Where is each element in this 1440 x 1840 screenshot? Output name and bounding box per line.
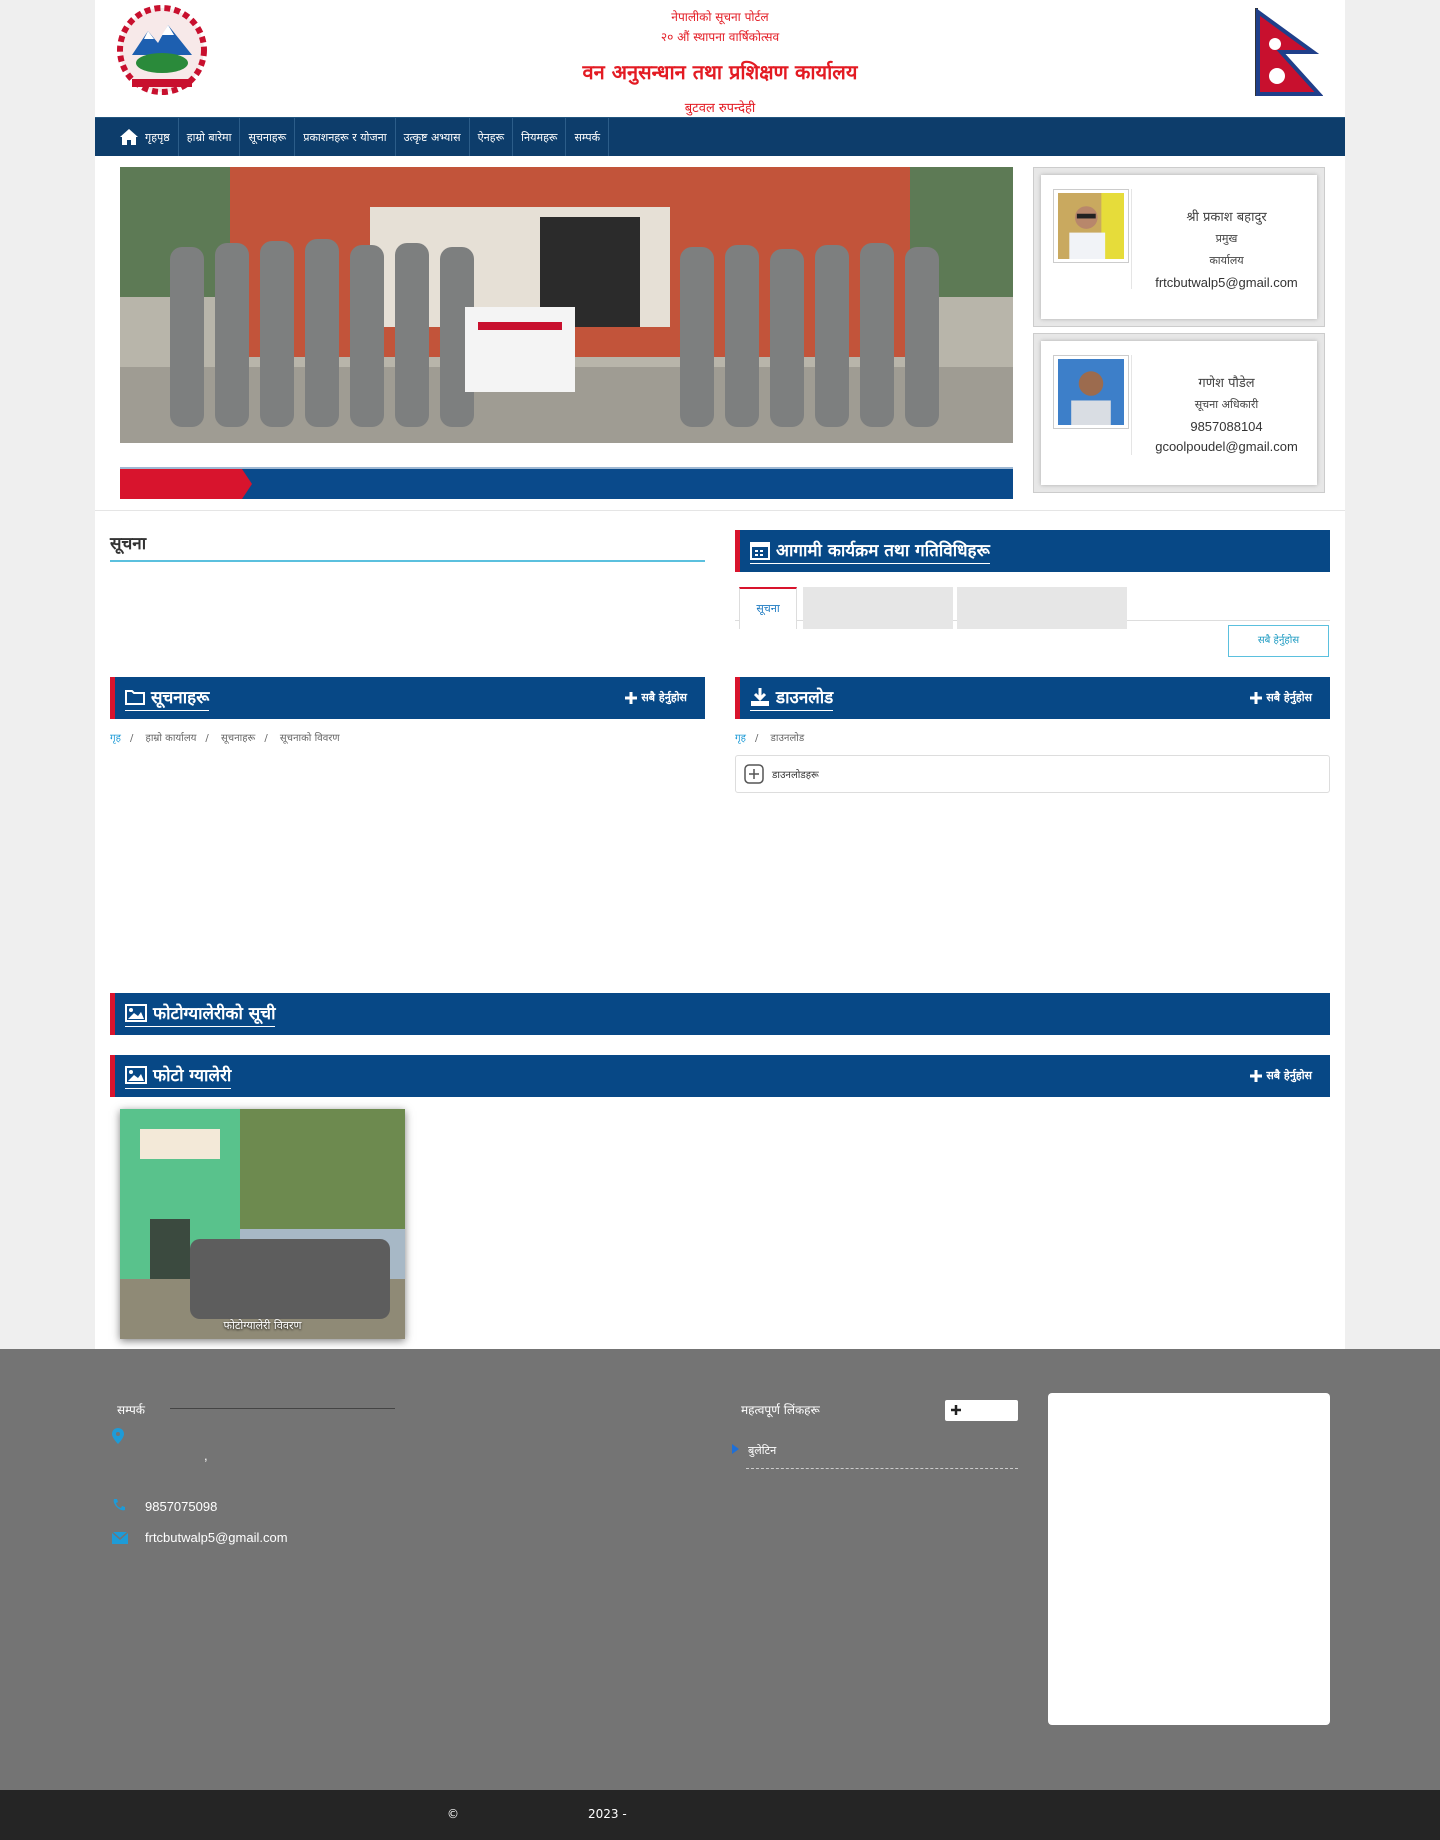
- header-line-2: २० औं स्थापना वार्षिकोत्सव: [660, 30, 780, 44]
- download-icon: [751, 687, 769, 706]
- top-section: श्री प्रकाश बहादुर प्रमुख कार्यालय frtcb…: [95, 156, 1345, 510]
- gallery-view-all-label: सबै हेर्नुहोस: [1266, 1069, 1312, 1082]
- office-title: वन अनुसन्धान तथा प्रशिक्षण कार्यालय: [582, 60, 858, 84]
- gallery-view-all-link[interactable]: सबै हेर्नुहोस: [1250, 1068, 1312, 1083]
- nav-item-best-practices[interactable]: उत्कृष्ट अभ्यास: [396, 118, 470, 156]
- breadcrumb-item: सूचनाहरू: [220, 733, 256, 744]
- caret-right-icon: [732, 1444, 739, 1454]
- site-footer: सम्पर्क , 9857075098 frtcbutwalp5@gmail.…: [0, 1349, 1440, 1790]
- footer-link-bulletin[interactable]: बुलेटिन: [746, 1443, 1018, 1469]
- nav-item-notices[interactable]: सूचनाहरू: [240, 118, 296, 156]
- downloads-accordion-item[interactable]: डाउनलोडहरू: [735, 755, 1330, 793]
- footer-divider: [170, 1408, 395, 1409]
- breadcrumb-home[interactable]: गृह: [735, 733, 746, 744]
- documents-header: सूचनाहरू सबै हेर्नुहोस: [110, 677, 705, 719]
- documents-view-all-link[interactable]: सबै हेर्नुहोस: [625, 690, 687, 705]
- map-marker-icon: [112, 1428, 124, 1444]
- downloads-accordion-label: डाउनलोडहरू: [772, 770, 819, 781]
- downloads-title: डाउनलोड: [776, 688, 834, 708]
- slider-caption-bar: [120, 467, 1013, 499]
- gallery-caption: फोटोग्यालेरी विवरण: [223, 1319, 302, 1332]
- person-name: गणेश पौडेल: [1198, 376, 1255, 391]
- person-role: प्रमुख: [1215, 232, 1238, 245]
- person-card-info-officer: गणेश पौडेल सूचना अधिकारी 9857088104 gcoo…: [1033, 333, 1325, 493]
- nav-item-label: गृहपृष्ठ: [145, 130, 170, 144]
- tab-notice[interactable]: सूचना: [739, 587, 797, 629]
- main-content: सूचना आगामी कार्यक्रम तथा गतिविधिहरू सूच…: [95, 510, 1345, 1350]
- header-line-1: नेपालीको सूचना पोर्टल: [671, 10, 769, 24]
- person-email[interactable]: gcoolpoudel@gmail.com: [1136, 439, 1317, 454]
- news-heading: सूचना: [110, 531, 705, 562]
- nav-item-home[interactable]: गृहपृष्ठ: [95, 118, 179, 156]
- image-icon: [125, 1003, 147, 1022]
- photo-list-header: फोटोग्यालेरीको सूची: [110, 993, 1330, 1035]
- nav-item-contact[interactable]: सम्पर्क: [566, 118, 610, 156]
- hero-slider-image[interactable]: [120, 167, 1013, 443]
- copyright-year: 2023 -: [588, 1807, 627, 1821]
- gallery-title: फोटो ग्यालेरी: [153, 1066, 232, 1086]
- photo-list-title: फोटोग्यालेरीको सूची: [153, 1004, 276, 1024]
- tab-empty-1[interactable]: [803, 587, 953, 629]
- expand-plus-icon: [744, 764, 764, 784]
- footer-map-embed[interactable]: [1048, 1393, 1330, 1725]
- footer-links-toggle[interactable]: [945, 1400, 1018, 1421]
- nav-item-rules[interactable]: नियमहरू: [513, 118, 567, 156]
- nav-item-publications[interactable]: प्रकाशनहरू र योजना: [295, 118, 396, 156]
- footer-email[interactable]: frtcbutwalp5@gmail.com: [145, 1530, 288, 1545]
- footer-phone[interactable]: 9857075098: [145, 1499, 217, 1514]
- footer-contact-title: सम्पर्क: [117, 1403, 145, 1417]
- breadcrumb-item: हाम्रो कार्यालय: [145, 733, 197, 744]
- main-navigation: गृहपृष्ठ हाम्रो बारेमा सूचनाहरू प्रकाशनह…: [95, 117, 1345, 156]
- plus-icon: [1250, 1069, 1263, 1082]
- breadcrumb-item: सूचनाको विवरण: [279, 733, 340, 744]
- downloads-breadcrumb: गृह / डाउनलोड: [735, 733, 805, 744]
- downloads-view-all-link[interactable]: सबै हेर्नुहोस: [1250, 690, 1312, 705]
- site-header: नेपालीको सूचना पोर्टल २० औं स्थापना वार्…: [95, 0, 1345, 117]
- documents-view-all-label: सबै हेर्नुहोस: [641, 691, 687, 704]
- person-role: सूचना अधिकारी: [1194, 398, 1259, 411]
- person-email[interactable]: frtcbutwalp5@gmail.com: [1136, 275, 1317, 290]
- phone-icon: [113, 1499, 125, 1511]
- avatar-info-officer: [1053, 355, 1129, 429]
- downloads-view-all-label: सबै हेर्नुहोस: [1266, 691, 1312, 704]
- person-name: श्री प्रकाश बहादुर: [1186, 210, 1267, 225]
- person-phone[interactable]: 9857088104: [1136, 419, 1317, 434]
- gallery-photo: [120, 1109, 405, 1339]
- breadcrumb-item: डाउनलोड: [770, 733, 805, 744]
- card-divider: [1131, 189, 1132, 289]
- office-location: बुटवल रुपन्देही: [684, 101, 756, 116]
- events-title: आगामी कार्यक्रम तथा गतिविधिहरू: [776, 541, 990, 561]
- gallery-thumbnail[interactable]: फोटोग्यालेरी विवरण: [120, 1109, 405, 1339]
- plus-icon: [1250, 691, 1263, 704]
- image-icon: [125, 1065, 147, 1084]
- breadcrumb-home[interactable]: गृह: [110, 733, 121, 744]
- copyright-symbol: ©: [447, 1807, 459, 1821]
- plus-icon: [951, 1405, 961, 1415]
- calendar-icon: [750, 541, 770, 560]
- slider-caption-tag: [120, 469, 252, 499]
- tab-empty-2[interactable]: [957, 587, 1127, 629]
- events-tabs: सूचना: [735, 577, 1330, 629]
- nav-item-acts[interactable]: ऐनहरू: [470, 118, 514, 156]
- copyright-bar: © 2023 -: [0, 1790, 1440, 1840]
- downloads-header: डाउनलोड सबै हेर्नुहोस: [735, 677, 1330, 719]
- footer-links-title: महत्वपूर्ण लिंकहरू: [741, 1403, 820, 1417]
- plus-icon: [625, 691, 638, 704]
- home-icon: [120, 129, 138, 145]
- person-role-2: कार्यालय: [1209, 254, 1244, 267]
- documents-title: सूचनाहरू: [151, 688, 210, 708]
- nepal-flag-icon: [1255, 8, 1323, 96]
- events-header: आगामी कार्यक्रम तथा गतिविधिहरू: [735, 530, 1330, 572]
- nav-item-about[interactable]: हाम्रो बारेमा: [179, 118, 241, 156]
- card-divider: [1131, 355, 1132, 455]
- person-card-chief: श्री प्रकाश बहादुर प्रमुख कार्यालय frtcb…: [1033, 167, 1325, 327]
- avatar-chief: [1053, 189, 1129, 263]
- footer-address: ,: [204, 1448, 208, 1463]
- folder-icon: [125, 689, 145, 705]
- gallery-header: फोटो ग्यालेरी सबै हेर्नुहोस: [110, 1055, 1330, 1097]
- envelope-icon: [112, 1532, 128, 1544]
- events-view-all-button[interactable]: सबै हेर्नुहोस: [1228, 625, 1329, 657]
- documents-breadcrumb: गृह / हाम्रो कार्यालय / सूचनाहरू / सूचनाको …: [110, 733, 340, 744]
